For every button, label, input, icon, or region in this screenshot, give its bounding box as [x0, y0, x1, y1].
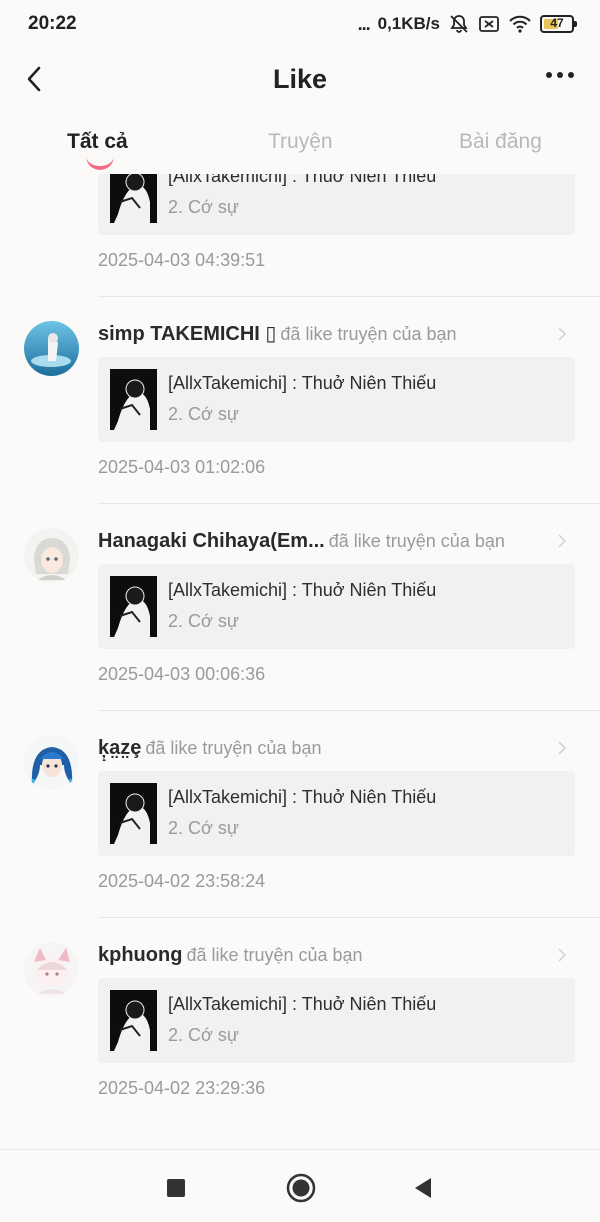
- story-cover-image: [110, 783, 157, 844]
- action-text: đã like truyện của bạn: [145, 738, 322, 758]
- story-chapter: 2. Cớ sự: [168, 404, 239, 424]
- story-cover-image: [110, 369, 157, 430]
- username[interactable]: kphuong: [98, 944, 182, 966]
- page-title: Like: [272, 64, 328, 94]
- active-tab-indicator: [86, 156, 114, 170]
- story-title: [AllxTakemichi] : Thuở Niên Thiếu: [168, 787, 437, 807]
- tab-posts[interactable]: Bài đăng: [459, 130, 542, 154]
- action-text: đã like truyện của bạn: [186, 945, 363, 965]
- notification-text: kphuong đã like truyện của bạn: [98, 942, 528, 968]
- system-nav-bar: [0, 1149, 600, 1222]
- action-text: đã like truyện của bạn: [328, 531, 505, 551]
- story-title: [AllxTakemichi] : Thuở Niên Thiếu: [168, 580, 437, 600]
- story-title: [AllxTakemichi] : Thuở Niên Thiếu: [168, 174, 437, 186]
- header: Like: [0, 50, 600, 110]
- list-item: simp TAKEMICHI ▯ đã like truyện của bạn […: [0, 297, 600, 504]
- story-chapter: 2. Cớ sự: [168, 1025, 239, 1045]
- system-back-button[interactable]: [405, 1170, 441, 1206]
- story-chapter: 2. Cớ sự: [168, 197, 239, 217]
- chevron-right-icon[interactable]: [556, 534, 568, 548]
- list-item: Hanagaki Chihaya(Em... đã like truyện của…: [0, 504, 600, 711]
- notification-text: simp TAKEMICHI ▯ đã like truyện của bạn: [98, 321, 528, 347]
- story-chapter: 2. Cớ sự: [168, 818, 239, 838]
- username[interactable]: simp TAKEMICHI ▯: [98, 323, 276, 345]
- avatar[interactable]: [24, 735, 79, 790]
- notification-text: ķ̣a̤z̤ȩ đã like truyện của bạn: [98, 735, 528, 761]
- story-cover-image: [110, 576, 157, 637]
- notification-text: Hanagaki Chihaya(Em... đã like truyện của…: [98, 528, 528, 554]
- mute-bell-icon: [448, 13, 470, 35]
- wifi-icon: [508, 14, 532, 34]
- avatar[interactable]: [24, 528, 79, 583]
- username[interactable]: Hanagaki Chihaya(Em...: [98, 530, 325, 552]
- no-sim-icon: [478, 14, 500, 34]
- action-text: đã like truyện của bạn: [280, 324, 457, 344]
- timestamp: 2025-04-03 01:02:06: [98, 457, 266, 477]
- timestamp: 2025-04-02 23:29:36: [98, 1078, 266, 1098]
- square-icon: [167, 1179, 185, 1197]
- tab-all[interactable]: Tất cả: [67, 130, 128, 154]
- tab-stories[interactable]: Truyện: [268, 130, 333, 154]
- timestamp: 2025-04-03 04:39:51: [98, 250, 266, 270]
- more-dot-icon: [568, 72, 574, 78]
- story-card[interactable]: [AllxTakemichi] : Thuở Niên Thiếu 2. Cớ …: [98, 357, 575, 442]
- tab-bar: Tất cả Truyện Bài đăng: [0, 110, 600, 174]
- status-time: 20:22: [28, 13, 77, 34]
- home-button[interactable]: [283, 1170, 319, 1206]
- status-indicators: ... 0,1KB/s 47: [357, 11, 577, 37]
- more-dot-icon: [557, 72, 563, 78]
- triangle-back-icon: [415, 1178, 431, 1198]
- story-title: [AllxTakemichi] : Thuở Niên Thiếu: [168, 994, 437, 1014]
- list-item: kphuong đã like truyện của bạn [AllxTakem…: [0, 918, 600, 1125]
- story-card[interactable]: [AllxTakemichi] : Thuở Niên Thiếu 2. Cớ …: [98, 771, 575, 856]
- chevron-right-icon[interactable]: [556, 327, 568, 341]
- chevron-right-icon[interactable]: [556, 948, 568, 962]
- list-item: ķ̣a̤z̤ȩ đã like truyện của bạn [AllxTakem…: [0, 711, 600, 918]
- story-cover-image: [110, 174, 157, 223]
- story-chapter: 2. Cớ sự: [168, 611, 239, 631]
- story-card[interactable]: [AllxTakemichi] : Thuở Niên Thiếu 2. Cớ …: [98, 978, 575, 1063]
- more-dot-icon: [546, 72, 552, 78]
- more-options-button[interactable]: [546, 72, 574, 78]
- story-card[interactable]: [AllxTakemichi] : Thuở Niên Thiếu 2. Cớ …: [98, 174, 575, 235]
- timestamp: 2025-04-02 23:58:24: [98, 871, 266, 891]
- username[interactable]: ķ̣a̤z̤ȩ: [98, 737, 141, 759]
- list-item: [AllxTakemichi] : Thuở Niên Thiếu 2. Cớ …: [0, 174, 600, 297]
- chevron-right-icon[interactable]: [556, 741, 568, 755]
- recents-button[interactable]: [158, 1170, 194, 1206]
- story-cover-image: [110, 990, 157, 1051]
- notification-list[interactable]: [AllxTakemichi] : Thuở Niên Thiếu 2. Cớ …: [0, 174, 600, 1149]
- status-dots: ...: [357, 14, 371, 34]
- story-card[interactable]: [AllxTakemichi] : Thuở Niên Thiếu 2. Cớ …: [98, 564, 575, 649]
- status-bar: 20:22 ... 0,1KB/s 47: [0, 0, 600, 50]
- battery-level: 47: [550, 16, 564, 30]
- avatar[interactable]: [24, 321, 79, 376]
- timestamp: 2025-04-03 00:06:36: [98, 664, 266, 684]
- circle-icon: [286, 1173, 316, 1203]
- story-title: [AllxTakemichi] : Thuở Niên Thiếu: [168, 373, 437, 393]
- avatar[interactable]: [24, 942, 79, 997]
- battery-icon: 47: [540, 15, 577, 33]
- network-speed: 0,1KB/s: [377, 14, 440, 33]
